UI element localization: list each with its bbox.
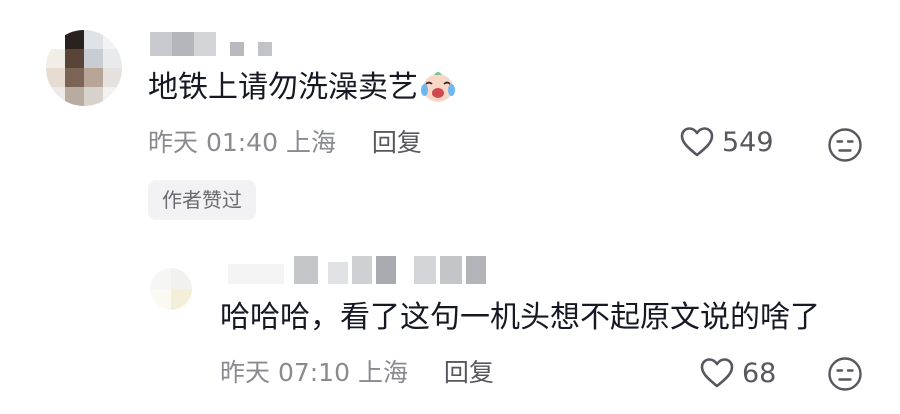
heart-outline-icon xyxy=(700,358,734,388)
commenter-avatar[interactable] xyxy=(46,30,122,106)
comment-meta: 昨天 01:40 上海 回复 xyxy=(148,126,422,160)
reply-location: 上海 xyxy=(357,358,408,387)
comment-time: 昨天 01:40 xyxy=(148,128,278,157)
like-count: 549 xyxy=(722,126,774,158)
reply-like-count: 68 xyxy=(742,357,777,389)
reply-avatar[interactable] xyxy=(150,268,192,310)
reply-button[interactable]: 回复 xyxy=(372,128,422,157)
reply-dislike-button[interactable] xyxy=(827,356,863,396)
comment-like-button[interactable]: 549 xyxy=(680,126,774,158)
heart-outline-icon xyxy=(680,127,714,157)
reply-like-button[interactable]: 68 xyxy=(700,357,776,389)
comment-body: 地铁上请勿洗澡卖艺 xyxy=(148,68,456,108)
comment-text: 地铁上请勿洗澡卖艺 xyxy=(148,70,418,105)
reply-time: 昨天 07:10 xyxy=(220,358,350,387)
reply-reply-button[interactable]: 回复 xyxy=(444,358,494,387)
reply-meta: 昨天 07:10 上海 回复 xyxy=(220,356,494,390)
neutral-face-icon xyxy=(828,357,862,391)
neutral-face-icon xyxy=(828,128,862,162)
author-liked-badge: 作者赞过 xyxy=(148,180,256,220)
reply-body: 哈哈哈，看了这句一机头想不起原文说的啥了 xyxy=(220,300,820,335)
comment-dislike-button[interactable] xyxy=(827,127,863,167)
comment-location: 上海 xyxy=(285,128,336,157)
crying-laughing-emoji-icon xyxy=(420,68,456,104)
